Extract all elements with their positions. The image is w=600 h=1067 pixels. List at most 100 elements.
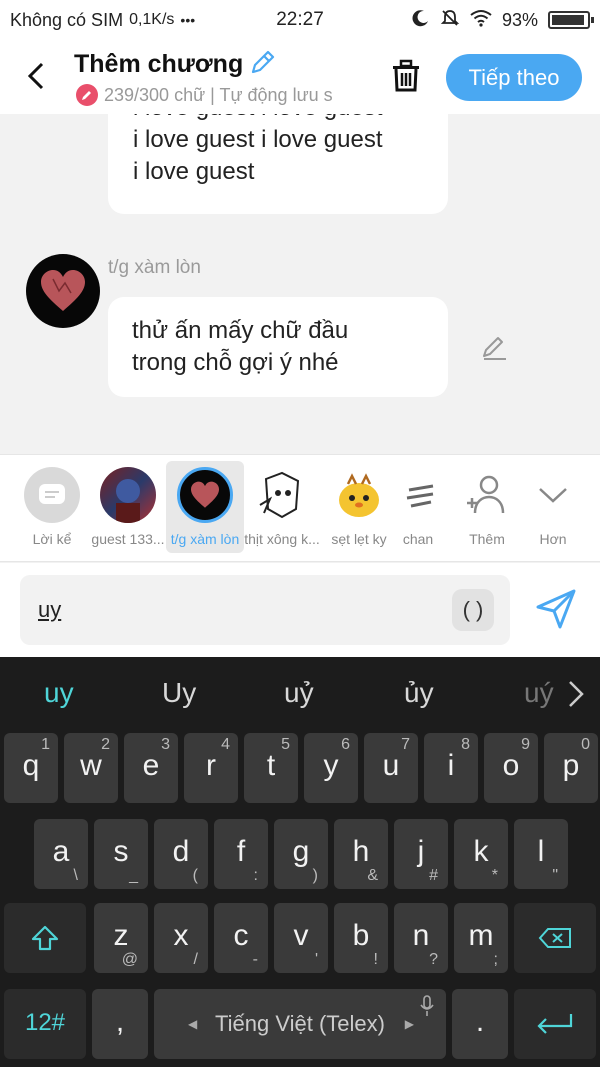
period-key[interactable]: .	[452, 989, 508, 1059]
key-r[interactable]: r4	[184, 733, 238, 803]
key-label: c	[233, 919, 249, 952]
character-label: Thêm	[469, 531, 505, 547]
key-label: a	[52, 835, 70, 868]
key-i[interactable]: i8	[424, 733, 478, 803]
key-g[interactable]: g)	[274, 819, 328, 889]
key-f[interactable]: f:	[214, 819, 268, 889]
send-button[interactable]	[534, 587, 578, 631]
key-j[interactable]: j #	[394, 819, 448, 889]
key-z[interactable]: z @	[94, 903, 148, 973]
key-secondary-label: 9	[521, 736, 530, 753]
pencil-badge-icon	[76, 84, 98, 106]
key-secondary-label: 6	[341, 736, 350, 753]
character-chan[interactable]: chan	[392, 455, 444, 555]
enter-key[interactable]	[514, 989, 596, 1059]
key-s[interactable]: s _	[94, 819, 148, 889]
key-k[interactable]: k *	[454, 819, 508, 889]
network-speed: 0,1K/s	[129, 11, 175, 28]
next-button[interactable]: Tiếp theo	[446, 54, 582, 101]
key-secondary-label: (	[192, 867, 198, 884]
key-t[interactable]: t5	[244, 733, 298, 803]
battery-percent: 93%	[501, 9, 538, 30]
key-w[interactable]: w2	[64, 733, 118, 803]
key-a[interactable]: a \	[34, 819, 88, 889]
character-narration[interactable]: Lời kể	[13, 455, 91, 555]
shift-key[interactable]	[4, 903, 86, 973]
message-bubble[interactable]: thử ấn mấy chữ đầu trong chỗ gợi ý nhé	[108, 297, 448, 397]
key-q[interactable]: q1	[4, 733, 58, 803]
key-h[interactable]: h &	[334, 819, 388, 889]
key-label: j	[417, 835, 425, 868]
author-name: t/g xàm lòn	[108, 257, 201, 278]
key-secondary-label: \	[73, 867, 78, 884]
key-secondary-label: 7	[401, 736, 410, 753]
key-o[interactable]: o9	[484, 733, 538, 803]
key-label: r	[206, 749, 216, 782]
key-label: s	[113, 835, 129, 868]
key-n[interactable]: n?	[394, 903, 448, 973]
more-characters-button[interactable]: Hơn	[514, 455, 592, 555]
character-label: Hơn	[539, 531, 567, 547]
author-avatar[interactable]	[26, 254, 100, 328]
edit-message-icon[interactable]	[480, 332, 512, 364]
key-label: v	[293, 919, 309, 952]
suggestion-item[interactable]: uỷ	[284, 677, 314, 709]
key-label: w	[80, 749, 102, 782]
wifi-icon	[470, 9, 492, 32]
delete-button[interactable]	[386, 56, 426, 96]
heart-icon	[41, 270, 85, 311]
suggestion-item[interactable]: Uy	[162, 677, 196, 709]
key-secondary-label: 1	[41, 736, 50, 753]
character-chick[interactable]: sẹt lẹt ky	[320, 455, 398, 555]
suggestion-item[interactable]: uy	[44, 677, 74, 709]
character-guest[interactable]: guest 133...	[89, 455, 167, 555]
key-secondary-label: ?	[429, 951, 438, 968]
key-m[interactable]: m;	[454, 903, 508, 973]
character-label: sẹt lẹt ky	[331, 531, 387, 547]
key-secondary-label: _	[129, 867, 138, 884]
key-x[interactable]: x /	[154, 903, 208, 973]
chevron-right-icon[interactable]	[566, 679, 586, 714]
edit-title-icon[interactable]	[249, 48, 277, 81]
numbers-key[interactable]: 12#	[4, 989, 86, 1059]
key-secondary-label: 4	[221, 736, 230, 753]
message-bubble[interactable]: i love guest i love guest i love guest i…	[108, 114, 448, 214]
key-e[interactable]: e3	[124, 733, 178, 803]
key-d[interactable]: d(	[154, 819, 208, 889]
character-author[interactable]: t/g xàm lòn	[166, 461, 244, 553]
comma-key[interactable]: ,	[92, 989, 148, 1059]
key-secondary-label: "	[552, 867, 558, 884]
backspace-key[interactable]	[514, 903, 596, 973]
key-l[interactable]: l "	[514, 819, 568, 889]
key-v[interactable]: v '	[274, 903, 328, 973]
key-y[interactable]: y6	[304, 733, 358, 803]
key-p[interactable]: p0	[544, 733, 598, 803]
suggestion-item[interactable]: ủy	[404, 677, 434, 709]
message-input[interactable]: uy ( )	[20, 575, 510, 645]
key-label: .	[475, 1005, 485, 1038]
character-sketch[interactable]: thịt xông k...	[243, 455, 321, 555]
key-b[interactable]: b!	[334, 903, 388, 973]
back-arrow-icon	[27, 62, 44, 90]
key-secondary-label: #	[429, 867, 438, 884]
key-label: u	[382, 749, 400, 782]
suggestion-item[interactable]: uý	[524, 677, 554, 709]
battery-icon	[548, 11, 594, 29]
character-label: Lời kể	[32, 531, 72, 547]
message-line: i love guest	[133, 158, 255, 185]
chan-avatar	[392, 467, 444, 523]
key-label: h	[352, 835, 370, 868]
key-label: p	[562, 749, 580, 782]
space-key[interactable]: ◀ Tiếng Việt (Telex) ▶	[154, 989, 446, 1059]
key-c[interactable]: c-	[214, 903, 268, 973]
word-count-autosave: 239/300 chữ | Tự động lưu s	[104, 84, 333, 105]
parenthesis-button[interactable]: ( )	[452, 589, 494, 631]
character-label: thịt xông k...	[244, 531, 320, 547]
back-button[interactable]	[16, 54, 56, 98]
chat-area[interactable]: i love guest i love guest i love guest i…	[0, 114, 600, 454]
keyboard: uy Uy uỷ ủy uý q1w2e3r4t5y6u7i8o9p0 a \ s _…	[0, 657, 600, 1067]
key-label: g	[292, 835, 310, 868]
key-u[interactable]: u7	[364, 733, 418, 803]
key-secondary-label: -	[252, 951, 258, 968]
key-label: i	[447, 749, 455, 782]
